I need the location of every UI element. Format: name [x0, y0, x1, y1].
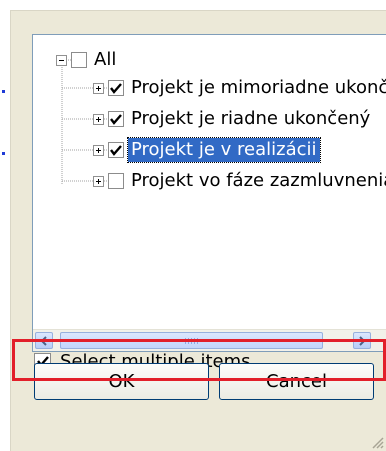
tree-checkbox-item-3[interactable]	[108, 142, 124, 158]
tree-node-label: Projekt vo fáze zazmluvnenia	[131, 170, 386, 191]
tree-expander-minus-icon[interactable]	[56, 54, 67, 66]
tree-node-label: Projekt je riadne ukončený	[131, 108, 371, 129]
tree-expander-plus-icon[interactable]	[93, 175, 104, 187]
tree-view[interactable]: All Projekt je mimoriadne ukončený Proje…	[32, 34, 386, 352]
tree-checkbox-item-4[interactable]	[108, 173, 124, 189]
tree-expander-plus-icon[interactable]	[93, 82, 104, 94]
highlight-annotation-box	[12, 339, 386, 381]
tree-node-item-4[interactable]: Projekt vo fáze zazmluvnenia	[93, 168, 386, 194]
tree-node-label-selected: Projekt je v realizácii	[127, 137, 321, 163]
background-dot	[2, 152, 5, 155]
filter-dialog: All Projekt je mimoriadne ukončený Proje…	[10, 10, 386, 451]
tree-node-item-3[interactable]: Projekt je v realizácii	[93, 137, 321, 163]
checkmark-icon	[110, 113, 122, 125]
tree-node-item-2[interactable]: Projekt je riadne ukončený	[93, 106, 373, 132]
tree-expander-plus-icon[interactable]	[93, 113, 104, 125]
tree-checkbox-item-1[interactable]	[108, 80, 124, 96]
tree-checkbox-item-2[interactable]	[108, 111, 124, 127]
resize-grip-icon[interactable]	[370, 435, 384, 449]
tree-node-label: Projekt je mimoriadne ukončený	[131, 77, 386, 98]
tree-node-label: All	[94, 49, 117, 70]
checkmark-icon	[110, 144, 122, 156]
tree-checkbox-all[interactable]	[71, 52, 87, 68]
background-dot	[2, 90, 5, 93]
checkmark-icon	[110, 82, 122, 94]
tree-node-all[interactable]: All	[56, 47, 119, 73]
tree-expander-plus-icon[interactable]	[93, 144, 104, 156]
tree-node-item-1[interactable]: Projekt je mimoriadne ukončený	[93, 75, 386, 101]
